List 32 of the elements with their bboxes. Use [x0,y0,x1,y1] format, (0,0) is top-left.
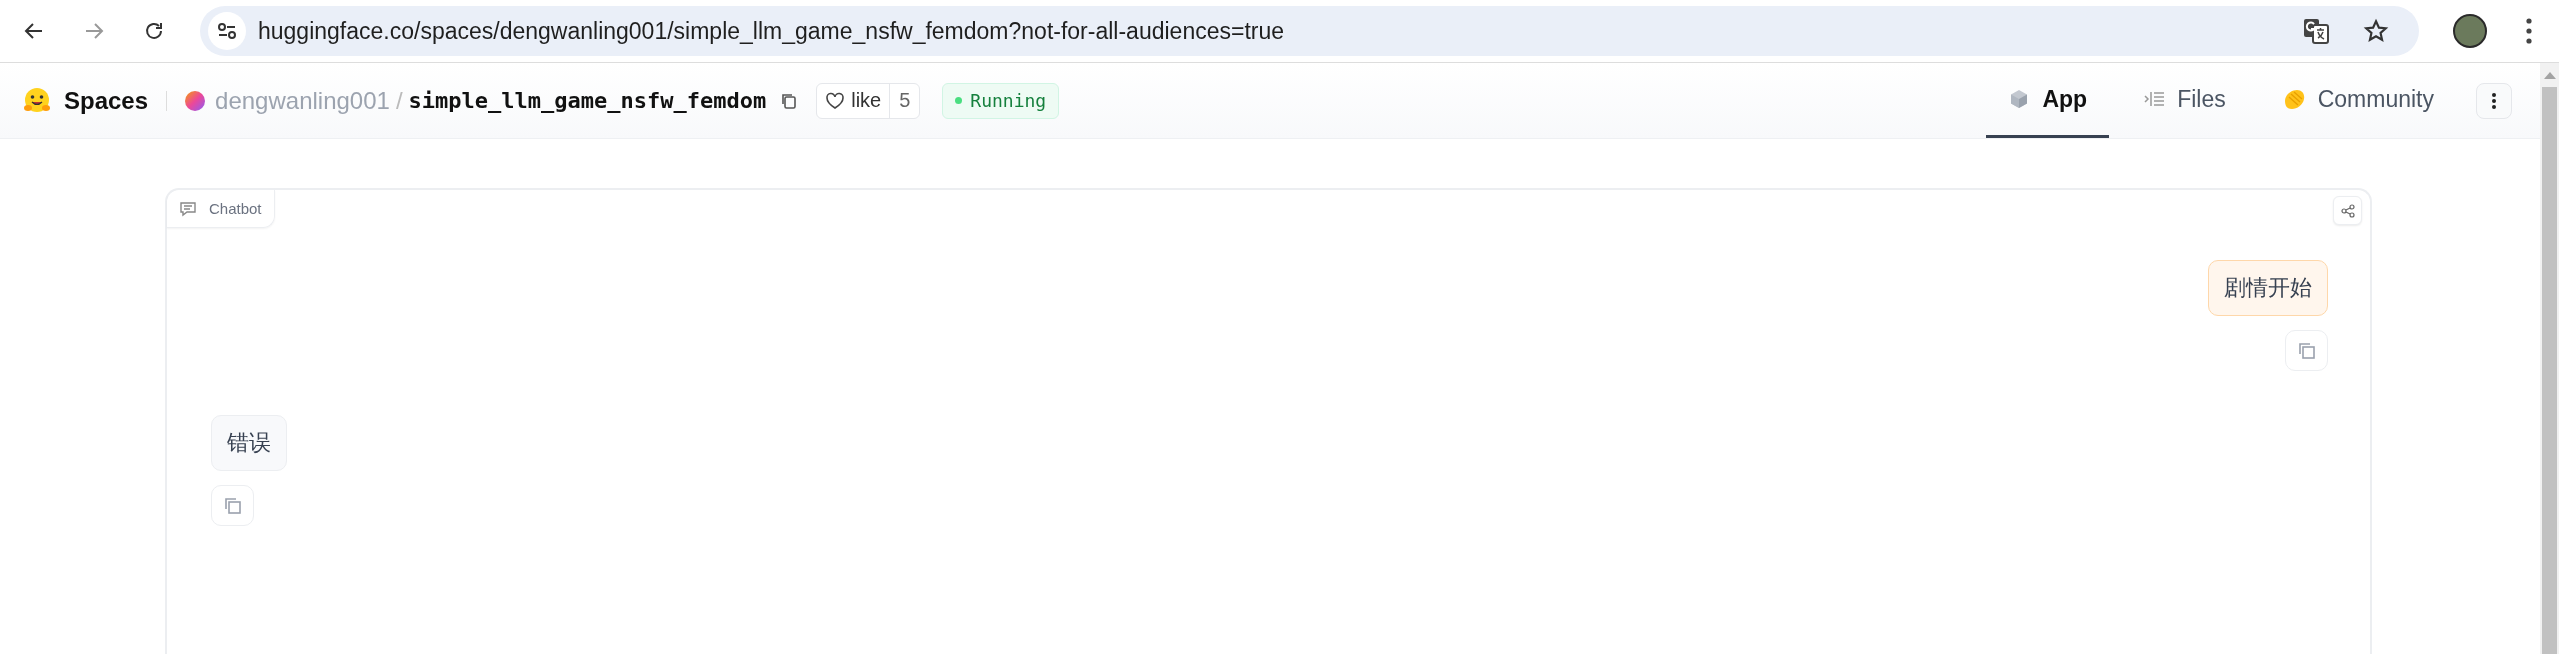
translate-icon[interactable] [2303,18,2329,44]
path-separator: / [395,86,403,115]
copy-icon[interactable] [780,91,799,110]
nav-tab[interactable]: Community [2259,63,2456,138]
chatbot-label: Chatbot [167,190,275,228]
nav-tab[interactable]: Files [2121,63,2248,138]
nav-tab[interactable]: App [1986,63,2110,138]
menu-icon[interactable] [2525,17,2533,45]
more-icon [2491,91,2497,110]
url-text: huggingface.co/spaces/dengwanling001/simple_llm_game_nsfw_femdom?not-for-all-audiences=true [258,17,1285,45]
copy-icon [222,495,243,516]
share-button[interactable] [2333,196,2362,225]
chat-bubble-icon [179,200,197,217]
share-icon [2340,203,2355,218]
file-list-icon [2143,91,2166,107]
star-icon[interactable] [2363,18,2389,44]
message-bubble: 错误 [211,415,287,471]
scrollbar[interactable] [2540,63,2559,654]
more-options-button[interactable] [2476,82,2512,119]
repo-name-link[interactable]: simple_llm_game_nsfw_femdom [408,88,767,113]
copy-icon [2296,340,2317,361]
like-count: 5 [898,89,912,112]
owner-avatar [185,90,206,111]
like-button[interactable]: like 5 [816,82,921,119]
address-bar[interactable]: huggingface.co/spaces/dengwanling001/simple_llm_game_nsfw_femdom?not-for-all-audiences=true [200,6,2419,56]
spaces-link[interactable]: Spaces [64,86,149,115]
message-bubble: 剧情开始 [2208,260,2328,316]
heart-icon [825,91,846,110]
profile-avatar[interactable] [2453,14,2487,48]
site-settings-icon[interactable] [208,12,246,50]
like-label: like [851,89,882,112]
status-badge: Running [942,82,1060,119]
